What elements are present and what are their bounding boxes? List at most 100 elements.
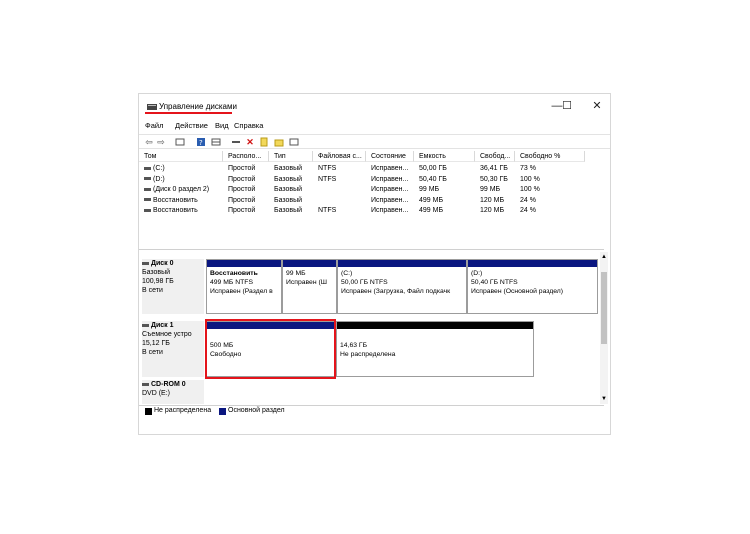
table-cell-volume[interactable]: (C:) <box>144 164 165 174</box>
connect-icon[interactable] <box>231 137 241 147</box>
column-header-filesystem[interactable]: Файловая с... <box>313 151 366 162</box>
menu-view[interactable]: Вид <box>215 121 229 130</box>
table-cell[interactable]: Базовый <box>274 206 302 216</box>
toolbar: ⇦ ⇨ ? ✕ <box>139 134 610 149</box>
partition-c[interactable]: (C:) 50,00 ГБ NTFS Исправен (Загрузка, Ф… <box>337 259 467 314</box>
table-cell-text: 36,41 ГБ <box>480 165 508 172</box>
table-cell[interactable]: Простой <box>228 164 255 174</box>
table-cell[interactable]: 50,00 ГБ <box>419 164 447 174</box>
help-icon[interactable]: ? <box>196 137 206 147</box>
table-cell[interactable]: 100 % <box>520 175 540 185</box>
table-cell[interactable]: Базовый <box>274 175 302 185</box>
column-header-capacity[interactable]: Емкость <box>414 151 475 162</box>
table-cell-text: NTFS <box>318 207 337 214</box>
folder-icon[interactable] <box>274 137 284 147</box>
table-cell[interactable]: Исправен... <box>371 206 408 216</box>
table-cell[interactable]: Простой <box>228 185 255 195</box>
partition-size: 499 МБ NTFS <box>210 279 253 286</box>
column-header-volume[interactable]: Том <box>139 151 223 162</box>
table-cell[interactable]: Базовый <box>274 196 302 206</box>
table-cell[interactable]: Базовый <box>274 185 302 195</box>
disk-0-label[interactable]: Диск 0 Базовый 100,98 ГБ В сети <box>142 259 204 314</box>
table-cell-volume[interactable]: (Диск 0 раздел 2) <box>144 185 209 195</box>
table-cell-text: Базовый <box>274 186 303 193</box>
disk-1-size: 15,12 ГБ <box>142 340 170 347</box>
table-cell[interactable]: Базовый <box>274 164 302 174</box>
window-title: Управление дисками <box>159 102 237 111</box>
table-cell-volume[interactable]: Восстановить <box>144 206 198 216</box>
partition-title: (D:) <box>471 270 483 277</box>
disk-list-icon[interactable] <box>211 137 221 147</box>
table-cell-volume[interactable]: Восстановить <box>144 196 198 206</box>
table-cell[interactable]: 120 МБ <box>480 196 504 206</box>
partition-d[interactable]: (D:) 50,40 ГБ NTFS Исправен (Основной ра… <box>467 259 598 314</box>
table-cell-volume[interactable]: (D:) <box>144 175 165 185</box>
disk-1-label[interactable]: Диск 1 Съемное устро 15,12 ГБ В сети <box>142 321 204 377</box>
maximize-button[interactable]: ☐ <box>557 99 577 113</box>
table-cell[interactable]: 24 % <box>520 206 536 216</box>
table-cell-text: Исправен... <box>371 196 409 204</box>
partition-size: 50,00 ГБ NTFS <box>341 279 388 286</box>
cdrom-0-label[interactable]: CD-ROM 0 DVD (E:) <box>142 380 204 404</box>
partition-bar <box>337 322 533 329</box>
forward-icon[interactable]: ⇨ <box>156 137 166 147</box>
properties-icon[interactable] <box>175 137 185 147</box>
partition-status: Исправен (Ш <box>286 279 327 286</box>
partition-size: 50,40 ГБ NTFS <box>471 279 518 286</box>
table-cell-text: 50,30 ГБ <box>480 175 508 183</box>
partition-unallocated[interactable]: 14,63 ГБ Не распределена <box>336 321 534 377</box>
scroll-down-icon[interactable]: ▼ <box>600 396 608 402</box>
vertical-scrollbar[interactable]: ▲ ▼ <box>600 252 608 404</box>
table-cell[interactable]: 24 % <box>520 196 536 206</box>
table-cell[interactable]: NTFS <box>318 175 336 185</box>
column-header-free[interactable]: Свобод... <box>475 151 515 162</box>
back-icon[interactable]: ⇦ <box>144 137 154 147</box>
pane-divider[interactable] <box>139 249 604 250</box>
disk-0-size: 100,98 ГБ <box>142 278 174 285</box>
menu-help[interactable]: Справка <box>234 121 263 130</box>
table-cell[interactable]: Простой <box>228 196 255 206</box>
scrollbar-thumb[interactable] <box>601 272 607 344</box>
table-cell[interactable]: 73 % <box>520 164 536 174</box>
column-header-type[interactable]: Тип <box>269 151 313 162</box>
column-header-free-percent[interactable]: Свободно % <box>515 151 585 162</box>
table-cell[interactable]: 99 МБ <box>480 185 500 195</box>
table-cell[interactable]: Простой <box>228 175 255 185</box>
table-cell[interactable]: 99 МБ <box>419 185 439 195</box>
table-cell[interactable]: 100 % <box>520 185 540 195</box>
table-cell[interactable]: Исправен... <box>371 196 408 206</box>
table-cell[interactable]: Исправен... <box>371 185 408 195</box>
table-cell-text: Простой <box>228 175 256 183</box>
menu-action[interactable]: Действие <box>175 121 208 130</box>
disk-0-status: В сети <box>142 287 163 294</box>
close-button[interactable]: ✕ <box>587 99 607 113</box>
partition-bar <box>468 260 597 267</box>
volume-icon <box>144 166 151 170</box>
table-cell[interactable]: NTFS <box>318 206 336 216</box>
table-cell[interactable]: 36,41 ГБ <box>480 164 508 174</box>
new-icon[interactable] <box>259 137 269 147</box>
table-cell[interactable]: 499 МБ <box>419 196 443 206</box>
disk-1-status: В сети <box>142 349 163 356</box>
menu-file[interactable]: Файл <box>145 121 163 130</box>
partition-efi[interactable]: 99 МБ Исправен (Ш <box>282 259 337 314</box>
table-cell-text: Базовый <box>274 175 303 183</box>
partition-status: Исправен (Загрузка, Файл подкачк <box>341 288 451 295</box>
legend-swatch-primary <box>219 408 226 415</box>
table-cell[interactable]: Исправен... <box>371 164 408 174</box>
column-header-status[interactable]: Состояние <box>366 151 414 162</box>
table-cell[interactable]: 50,40 ГБ <box>419 175 447 185</box>
table-cell[interactable]: NTFS <box>318 164 336 174</box>
table-cell[interactable]: Исправен... <box>371 175 408 185</box>
delete-icon[interactable]: ✕ <box>245 137 255 147</box>
table-cell-text: Простой <box>228 207 256 214</box>
table-cell[interactable]: 499 МБ <box>419 206 443 216</box>
table-cell[interactable]: Простой <box>228 206 255 216</box>
table-cell[interactable]: 50,30 ГБ <box>480 175 508 185</box>
disk-icon <box>142 323 149 327</box>
table-cell[interactable]: 120 МБ <box>480 206 504 216</box>
column-header-layout[interactable]: Располо... <box>223 151 269 162</box>
view-icon[interactable] <box>289 137 299 147</box>
scroll-up-icon[interactable]: ▲ <box>600 254 608 260</box>
partition-recovery[interactable]: Восстановить 499 МБ NTFS Исправен (Разде… <box>206 259 282 314</box>
